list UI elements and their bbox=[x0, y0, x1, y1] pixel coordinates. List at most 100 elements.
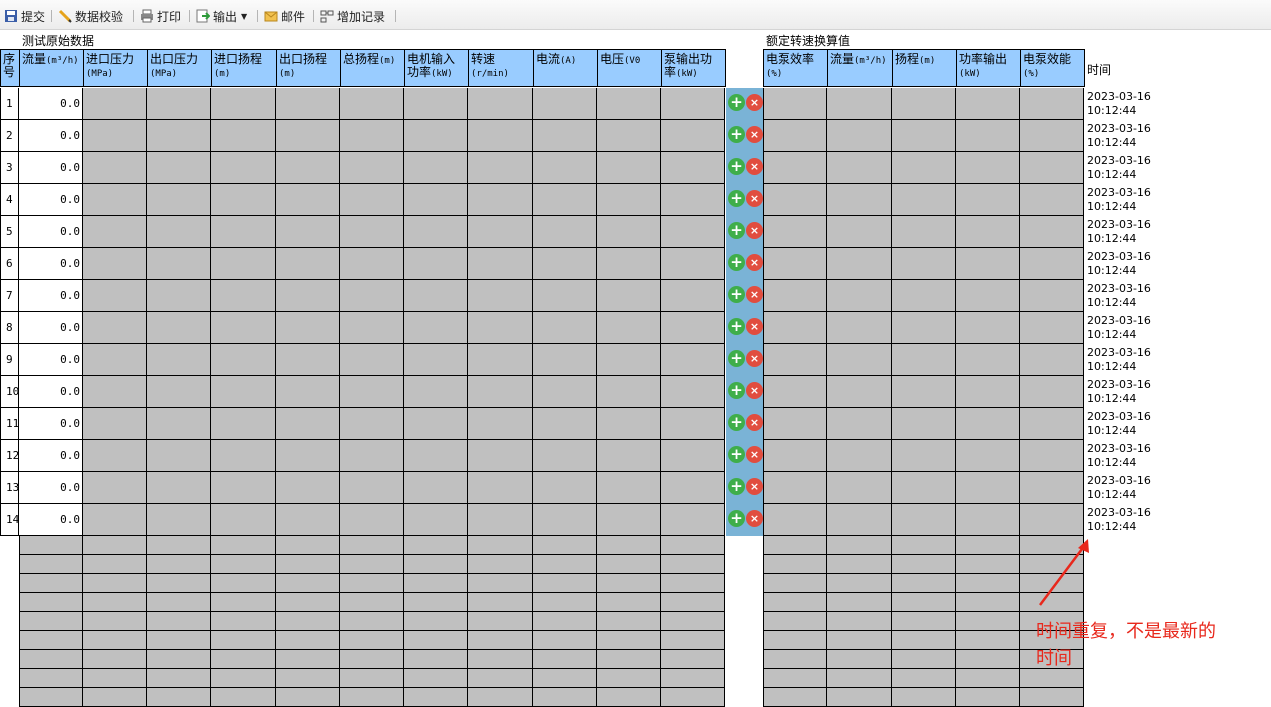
table-cell bbox=[276, 152, 340, 184]
flow-cell[interactable]: 0.0 bbox=[19, 376, 83, 408]
add-row-button[interactable]: + bbox=[728, 350, 745, 367]
empty-cell bbox=[661, 593, 725, 612]
raw-header-label: 出口压力 bbox=[150, 52, 199, 66]
empty-cell bbox=[597, 536, 661, 555]
table-cell bbox=[661, 472, 725, 504]
delete-row-button[interactable]: × bbox=[746, 222, 763, 239]
add-row-button[interactable]: + bbox=[728, 510, 745, 527]
table-cell bbox=[340, 312, 404, 344]
table-cell bbox=[956, 184, 1020, 216]
delete-row-button[interactable]: × bbox=[746, 318, 763, 335]
flow-cell[interactable]: 0.0 bbox=[19, 344, 83, 376]
add-row-button[interactable]: + bbox=[728, 478, 745, 495]
table-cell bbox=[597, 248, 661, 280]
flow-cell[interactable]: 0.0 bbox=[19, 280, 83, 312]
timestamp-time: 10:12:44 bbox=[1087, 232, 1137, 245]
row-index: 14 bbox=[0, 504, 19, 536]
table-cell bbox=[956, 344, 1020, 376]
add-row-button[interactable]: + bbox=[728, 318, 745, 335]
raw-header-unit: (kW) bbox=[431, 69, 453, 79]
flow-cell[interactable]: 0.0 bbox=[19, 120, 83, 152]
table-cell bbox=[533, 440, 597, 472]
row-index: 11 bbox=[0, 408, 19, 440]
add-row-button[interactable]: + bbox=[728, 94, 745, 111]
delete-row-button[interactable]: × bbox=[746, 510, 763, 527]
add-row-button[interactable]: + bbox=[728, 382, 745, 399]
table-cell bbox=[763, 312, 827, 344]
submit-button[interactable]: 提交 bbox=[4, 7, 45, 25]
add-row-button[interactable]: + bbox=[728, 414, 745, 431]
flow-cell[interactable]: 0.0 bbox=[19, 152, 83, 184]
delete-row-button[interactable]: × bbox=[746, 158, 763, 175]
add-row-button[interactable]: + bbox=[728, 190, 745, 207]
table-cell bbox=[533, 408, 597, 440]
table-cell bbox=[468, 120, 533, 152]
table-cell bbox=[147, 88, 211, 120]
table-cell bbox=[404, 88, 468, 120]
timestamp-date: 2023-03-16 bbox=[1087, 378, 1151, 391]
flow-cell[interactable]: 0.0 bbox=[19, 504, 83, 536]
delete-row-button[interactable]: × bbox=[746, 254, 763, 271]
row-actions: + × bbox=[726, 312, 763, 344]
delete-row-button[interactable]: × bbox=[746, 126, 763, 143]
empty-cell bbox=[956, 669, 1020, 688]
delete-row-button[interactable]: × bbox=[746, 190, 763, 207]
table-cell bbox=[340, 376, 404, 408]
delete-row-button[interactable]: × bbox=[746, 478, 763, 495]
add-record-label: 增加记录 bbox=[337, 9, 386, 24]
table-cell bbox=[1020, 120, 1084, 152]
empty-cell bbox=[468, 688, 533, 707]
add-row-button[interactable]: + bbox=[728, 222, 745, 239]
table-cell bbox=[661, 344, 725, 376]
add-row-button[interactable]: + bbox=[728, 446, 745, 463]
flow-cell[interactable]: 0.0 bbox=[19, 184, 83, 216]
add-record-button[interactable]: 增加记录 bbox=[320, 7, 385, 25]
export-button[interactable]: 输出 ▼ bbox=[196, 7, 247, 25]
raw-header-unit: (MPa) bbox=[150, 69, 178, 79]
table-cell bbox=[276, 312, 340, 344]
mail-button[interactable]: 邮件 bbox=[264, 7, 305, 25]
empty-cell bbox=[597, 669, 661, 688]
table-cell bbox=[892, 312, 956, 344]
flow-cell[interactable]: 0.0 bbox=[19, 312, 83, 344]
annotation-note: 时间重复，不是最新的 时间 bbox=[1036, 618, 1266, 672]
table-cell bbox=[1020, 376, 1084, 408]
timestamp-date: 2023-03-16 bbox=[1087, 250, 1151, 263]
empty-cell bbox=[827, 593, 892, 612]
table-cell bbox=[956, 408, 1020, 440]
table-cell bbox=[597, 88, 661, 120]
table-cell bbox=[276, 184, 340, 216]
row-actions: + × bbox=[726, 152, 763, 184]
flow-cell[interactable]: 0.0 bbox=[19, 216, 83, 248]
validate-button[interactable]: 数据校验 bbox=[58, 7, 123, 25]
flow-cell[interactable]: 0.0 bbox=[19, 248, 83, 280]
delete-row-button[interactable]: × bbox=[746, 382, 763, 399]
add-row-button[interactable]: + bbox=[728, 286, 745, 303]
timestamp-date: 2023-03-16 bbox=[1087, 442, 1151, 455]
flow-cell[interactable]: 0.0 bbox=[19, 408, 83, 440]
delete-row-button[interactable]: × bbox=[746, 286, 763, 303]
table-cell bbox=[1020, 280, 1084, 312]
add-row-button[interactable]: + bbox=[728, 254, 745, 271]
delete-row-button[interactable]: × bbox=[746, 350, 763, 367]
add-row-button[interactable]: + bbox=[728, 126, 745, 143]
flow-cell[interactable]: 0.0 bbox=[19, 88, 83, 120]
flow-cell[interactable]: 0.0 bbox=[19, 440, 83, 472]
print-button[interactable]: 打印 bbox=[140, 7, 181, 25]
empty-cell bbox=[404, 574, 468, 593]
delete-row-button[interactable]: × bbox=[746, 414, 763, 431]
delete-row-button[interactable]: × bbox=[746, 94, 763, 111]
timestamp-cell: 2023-03-16 10:12:44 bbox=[1087, 122, 1151, 150]
timestamp-cell: 2023-03-16 10:12:44 bbox=[1087, 314, 1151, 342]
raw-header-label: 流量 bbox=[22, 52, 47, 66]
row-actions: + × bbox=[726, 88, 763, 120]
delete-row-button[interactable]: × bbox=[746, 446, 763, 463]
table-cell bbox=[211, 88, 276, 120]
timestamp-date: 2023-03-16 bbox=[1087, 314, 1151, 327]
empty-cell bbox=[19, 574, 83, 593]
row-actions: + × bbox=[726, 216, 763, 248]
empty-cell bbox=[956, 631, 1020, 650]
flow-cell[interactable]: 0.0 bbox=[19, 472, 83, 504]
raw-header-unit: (m³/h) bbox=[46, 56, 79, 66]
add-row-button[interactable]: + bbox=[728, 158, 745, 175]
